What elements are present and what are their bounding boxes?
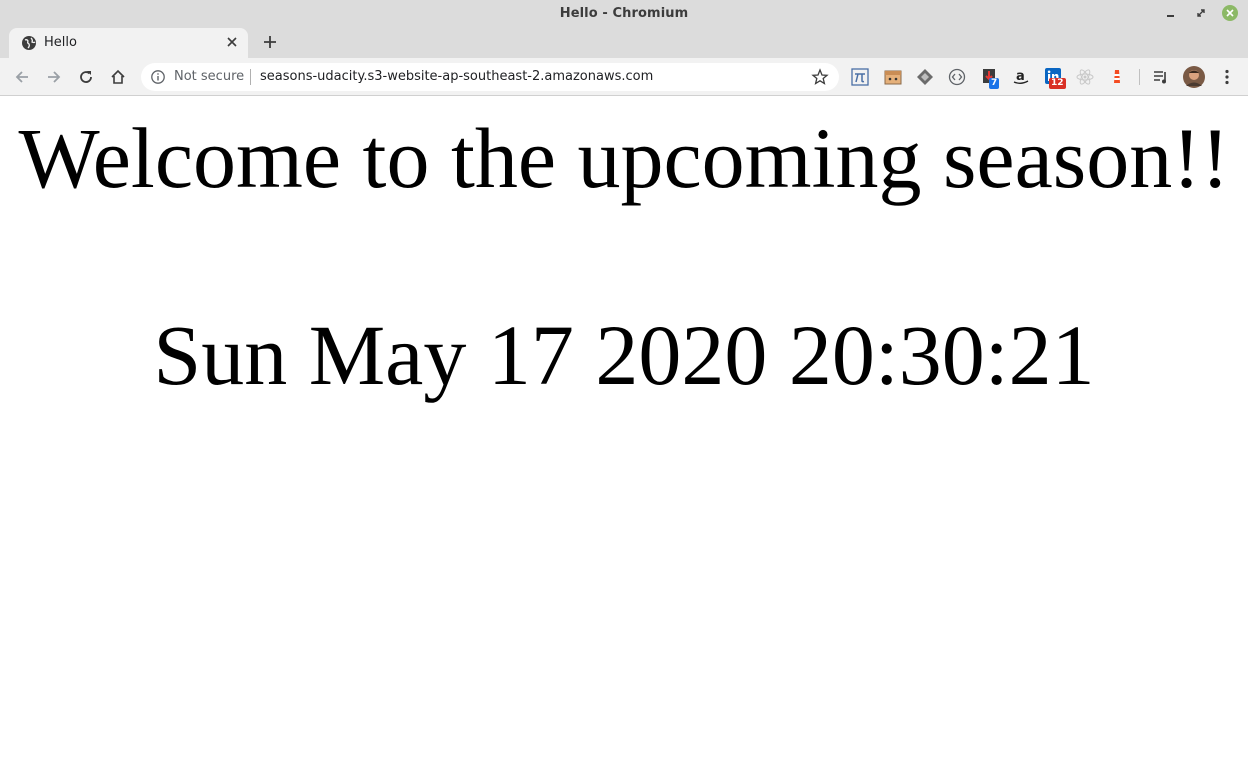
media-queue-icon[interactable] [1152, 68, 1170, 86]
tab-title: Hello [44, 35, 77, 50]
maximize-icon [1197, 9, 1205, 17]
extension-badge: 7 [989, 78, 1000, 89]
amazon-icon[interactable]: a [1012, 68, 1030, 86]
download-extension-button[interactable]: 7 [981, 68, 1000, 89]
diamond-extension-icon[interactable] [916, 68, 934, 86]
home-button[interactable] [107, 66, 129, 88]
tab-close-button[interactable] [224, 33, 240, 51]
reload-icon [80, 71, 92, 83]
close-window-button[interactable] [1222, 5, 1238, 21]
maximize-button[interactable] [1192, 4, 1210, 22]
arrow-right-icon [48, 71, 61, 83]
minimize-icon [1167, 15, 1174, 17]
kebab-menu-icon[interactable] [1218, 68, 1236, 86]
toolbar-divider [1139, 69, 1140, 85]
extension-badge: 12 [1049, 78, 1066, 89]
datetime-display: Sun May 17 2020 20:30:21 [153, 307, 1095, 403]
lighthouse-icon[interactable] [1108, 68, 1126, 86]
arrow-left-icon [15, 71, 28, 83]
window-titlebar: Hello - Chromium [0, 0, 1248, 27]
close-icon [1226, 9, 1234, 17]
browser-toolbar: Not secure seasons-udacity.s3-website-ap… [0, 58, 1248, 96]
tab-strip: Hello [0, 27, 1248, 58]
reload-button[interactable] [75, 66, 97, 88]
url-text[interactable]: seasons-udacity.s3-website-ap-southeast-… [260, 69, 653, 84]
window-title: Hello - Chromium [559, 6, 689, 21]
address-bar[interactable]: Not secure seasons-udacity.s3-website-ap… [141, 63, 839, 91]
welcome-heading: Welcome to the upcoming season!! [18, 110, 1230, 206]
back-button[interactable] [11, 66, 33, 88]
omnibox-divider [250, 69, 251, 85]
new-tab-button[interactable] [259, 30, 281, 54]
home-icon [111, 69, 125, 84]
minimize-button[interactable] [1162, 4, 1180, 22]
page-viewport: Welcome to the upcoming season!! Sun May… [0, 97, 1248, 781]
close-icon [227, 37, 237, 47]
avatar[interactable] [1183, 66, 1205, 88]
react-icon[interactable] [1076, 68, 1094, 86]
security-status[interactable]: Not secure [174, 69, 244, 84]
plus-icon [264, 36, 276, 48]
pi-extension-icon[interactable] [851, 68, 869, 86]
bookmark-star-icon[interactable] [811, 68, 829, 86]
code-extension-icon[interactable] [948, 68, 966, 86]
linkedin-extension-button[interactable]: 12 [1045, 68, 1066, 89]
globe-icon [22, 36, 36, 50]
box-extension-icon[interactable] [884, 68, 902, 86]
forward-button[interactable] [43, 66, 65, 88]
svg-text:a: a [1016, 69, 1025, 84]
info-icon[interactable] [150, 69, 166, 85]
tab-hello[interactable]: Hello [9, 28, 248, 58]
